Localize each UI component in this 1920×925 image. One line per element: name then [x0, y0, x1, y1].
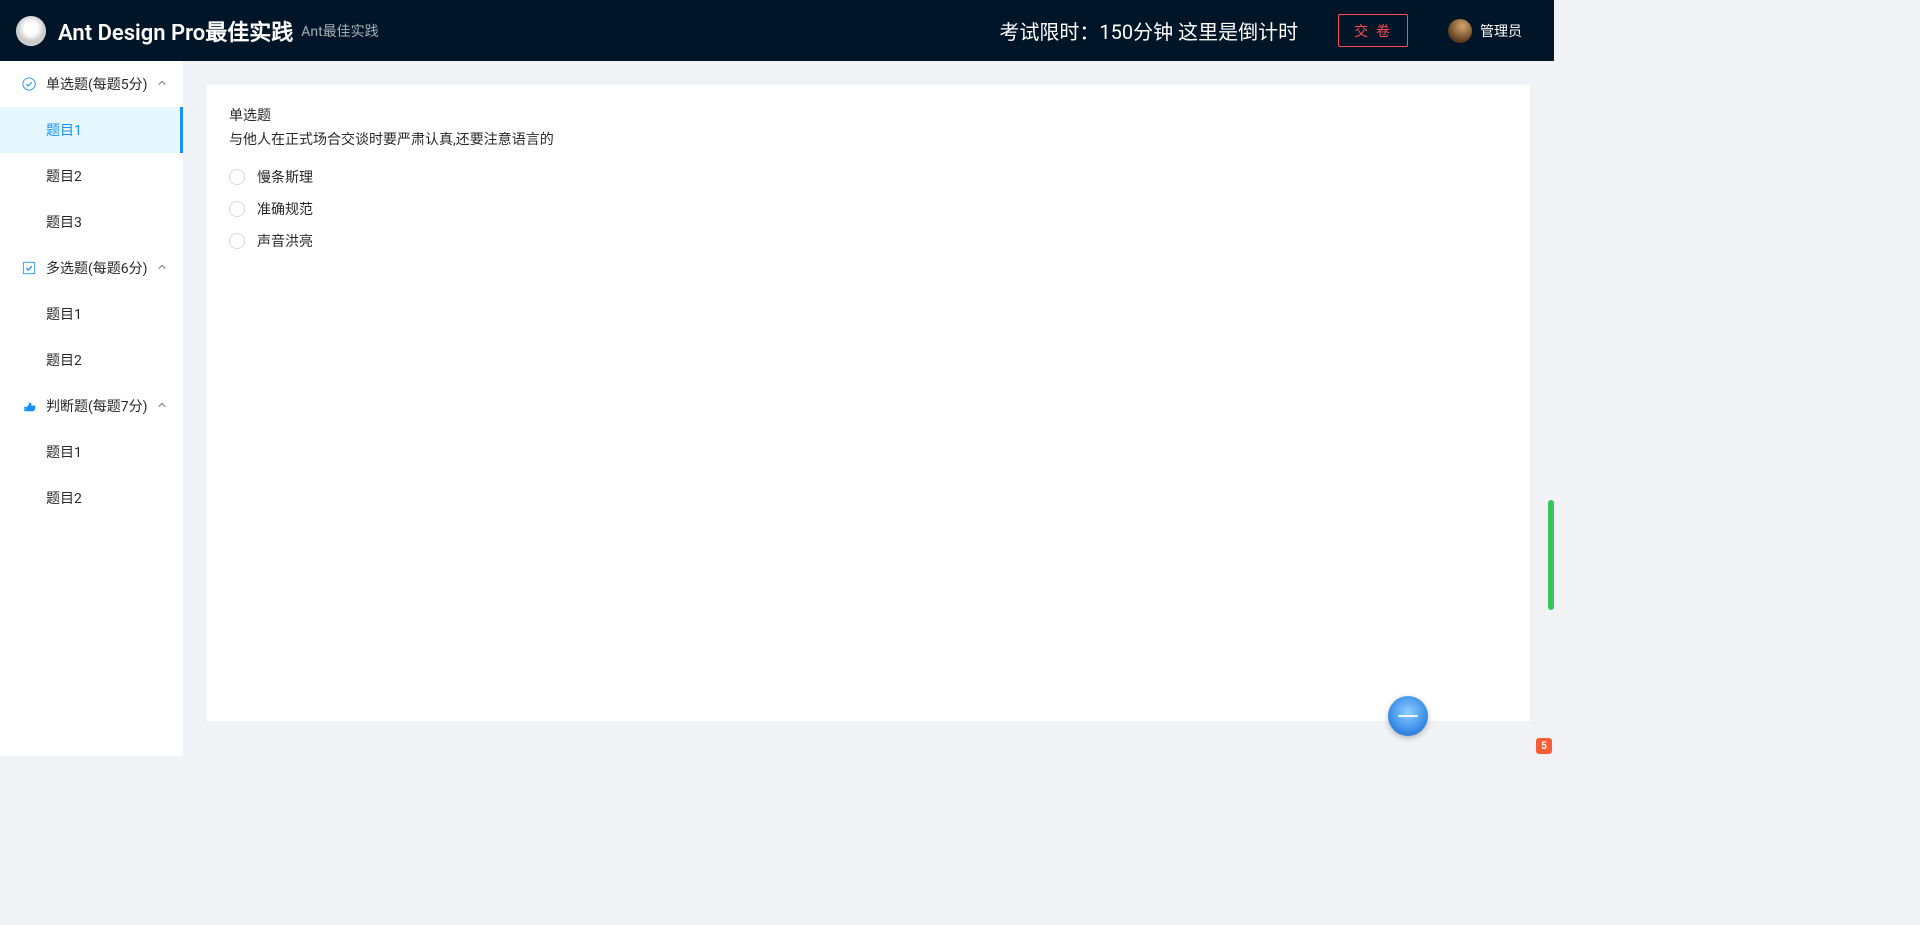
sidebar-group-label: 判断题(每题7分) — [46, 396, 148, 416]
option-row-2[interactable]: 准确规范 — [229, 199, 1508, 219]
submit-button[interactable]: 交 卷 — [1338, 14, 1408, 47]
app-header: Ant Design Pro最佳实践 Ant最佳实践 考试限时：150分钟 这里… — [0, 0, 1554, 61]
question-text: 与他人在正式场合交谈时要严肃认真,还要注意语言的 — [229, 129, 1508, 149]
question-type: 单选题 — [229, 105, 1508, 125]
sidebar-group-label: 单选题(每题5分) — [46, 74, 148, 94]
check-square-icon — [22, 261, 36, 275]
user-name[interactable]: 管理员 — [1480, 21, 1522, 41]
sidebar-group-label: 多选题(每题6分) — [46, 258, 148, 278]
option-label: 声音洪亮 — [257, 231, 313, 251]
sidebar-item-jq2[interactable]: 题目2 — [0, 475, 183, 521]
sidebar-item-label: 题目2 — [46, 488, 82, 508]
option-row-3[interactable]: 声音洪亮 — [229, 231, 1508, 251]
radio-input[interactable] — [229, 201, 245, 217]
floating-assistant-button[interactable] — [1388, 696, 1428, 736]
sidebar-item-label: 题目1 — [46, 120, 82, 140]
question-card: 单选题 与他人在正式场合交谈时要严肃认真,还要注意语言的 慢条斯理 准确规范 声… — [207, 85, 1530, 721]
sidebar-item-q2[interactable]: 题目2 — [0, 153, 183, 199]
sidebar-item-mq1[interactable]: 题目1 — [0, 291, 183, 337]
radio-input[interactable] — [229, 233, 245, 249]
sidebar-group-judge[interactable]: 判断题(每题7分) — [0, 383, 183, 429]
option-label: 慢条斯理 — [257, 167, 313, 187]
radio-input[interactable] — [229, 169, 245, 185]
ime-badge[interactable]: 5 — [1536, 738, 1552, 754]
scrollbar-indicator[interactable] — [1548, 500, 1554, 610]
sidebar-group-single-choice[interactable]: 单选题(每题5分) — [0, 61, 183, 107]
sidebar-item-jq1[interactable]: 题目1 — [0, 429, 183, 475]
sidebar-item-label: 题目2 — [46, 350, 82, 370]
sidebar-item-q1[interactable]: 题目1 — [0, 107, 183, 153]
app-subtitle: Ant最佳实践 — [301, 21, 378, 41]
exam-timer: 考试限时：150分钟 这里是倒计时 — [999, 16, 1298, 45]
sidebar-item-mq2[interactable]: 题目2 — [0, 337, 183, 383]
option-label: 准确规范 — [257, 199, 313, 219]
sidebar-item-label: 题目1 — [46, 442, 82, 462]
sidebar-group-multi-choice[interactable]: 多选题(每题6分) — [0, 245, 183, 291]
sidebar-item-label: 题目3 — [46, 212, 82, 232]
dash-icon — [1398, 715, 1418, 717]
chevron-up-icon — [157, 76, 167, 92]
app-logo — [16, 16, 46, 46]
avatar[interactable] — [1448, 19, 1472, 43]
app-title: Ant Design Pro最佳实践 — [58, 15, 293, 47]
content-area: 单选题 与他人在正式场合交谈时要严肃认真,还要注意语言的 慢条斯理 准确规范 声… — [183, 61, 1554, 756]
sidebar-item-label: 题目1 — [46, 304, 82, 324]
chevron-up-icon — [157, 398, 167, 414]
sidebar-item-label: 题目2 — [46, 166, 82, 186]
chevron-up-icon — [157, 260, 167, 276]
check-circle-icon — [22, 77, 36, 91]
thumbs-up-icon — [22, 399, 36, 413]
option-row-1[interactable]: 慢条斯理 — [229, 167, 1508, 187]
sidebar: 单选题(每题5分) 题目1 题目2 题目3 多选题(每题6分) — [0, 61, 183, 756]
sidebar-item-q3[interactable]: 题目3 — [0, 199, 183, 245]
